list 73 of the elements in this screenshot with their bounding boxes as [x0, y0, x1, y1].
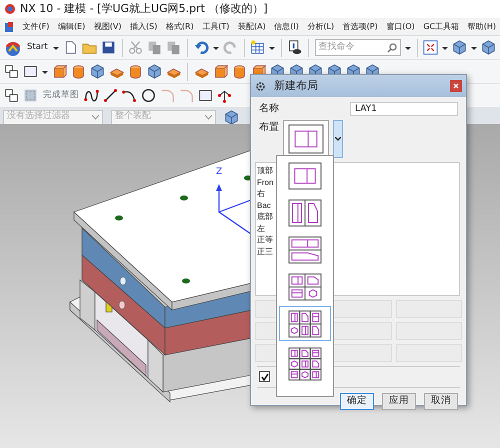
- dialog-button[interactable]: 确定: [340, 393, 374, 410]
- info-icon[interactable]: [287, 40, 302, 55]
- menu-item[interactable]: 窗口(O): [386, 20, 415, 32]
- menu-item[interactable]: 文件(F): [22, 20, 50, 32]
- layout-option[interactable]: [279, 306, 331, 341]
- cylinder-icon[interactable]: [71, 64, 86, 79]
- list-item[interactable]: 正等: [257, 234, 458, 246]
- list-item[interactable]: Fron: [257, 176, 458, 188]
- chevron-down-icon: [335, 137, 341, 141]
- menu-item[interactable]: 插入(S): [130, 20, 158, 32]
- list-item[interactable]: 顶部: [257, 165, 458, 176]
- menu-item[interactable]: 信息(I): [274, 20, 299, 32]
- menu-item[interactable]: 视图(V): [94, 20, 122, 32]
- sketch-icon[interactable]: [4, 88, 19, 103]
- curve-icon[interactable]: [84, 88, 99, 103]
- cylinder-icon[interactable]: [128, 64, 143, 79]
- finish-sketch-button[interactable]: 完成草图: [42, 89, 80, 102]
- cylinder-icon[interactable]: [232, 64, 247, 79]
- fit-view-icon[interactable]: [423, 40, 438, 55]
- layout-grid-drawing: [288, 310, 322, 338]
- layout-grid-drawing: [288, 346, 322, 380]
- menu-item[interactable]: 格式(R): [166, 20, 194, 32]
- name-field[interactable]: LAY1: [350, 102, 458, 116]
- search-icon: [386, 42, 397, 52]
- menu-item[interactable]: 首选项(P): [342, 20, 378, 32]
- grid-icon[interactable]: [250, 40, 265, 55]
- list-item[interactable]: 右: [257, 188, 458, 200]
- menu-item[interactable]: 工具(T): [202, 20, 230, 32]
- dialog-title: 新建布局: [274, 78, 319, 94]
- copy-icon[interactable]: [147, 40, 162, 55]
- sketch-icon[interactable]: [4, 64, 19, 79]
- list-item[interactable]: 正三: [257, 246, 458, 257]
- cube-icon[interactable]: [147, 64, 162, 79]
- cube-icon[interactable]: [481, 40, 496, 55]
- rectangle-icon[interactable]: [23, 64, 38, 79]
- field-label: 名称: [259, 102, 279, 116]
- settings-icon[interactable]: [255, 80, 266, 92]
- point-set-icon[interactable]: [217, 88, 232, 103]
- block-icon[interactable]: [52, 64, 67, 79]
- menu-item[interactable]: 装配(A): [238, 20, 266, 32]
- dialog-button[interactable]: 取消: [424, 393, 458, 410]
- save-icon[interactable]: [100, 40, 116, 55]
- layout-preview-field[interactable]: [283, 120, 329, 158]
- paste-icon[interactable]: [166, 40, 182, 55]
- filter-settings-icon[interactable]: [224, 110, 239, 124]
- rectangle-icon[interactable]: [198, 88, 213, 103]
- axis-label: Z: [216, 167, 222, 177]
- checkmark-icon: [260, 372, 268, 380]
- arc-icon[interactable]: [122, 88, 137, 103]
- cube-icon[interactable]: [452, 40, 468, 55]
- menu-item[interactable]: 帮助(H): [468, 20, 496, 32]
- start-menu[interactable]: Start: [26, 41, 49, 54]
- list-item[interactable]: 左: [257, 222, 458, 234]
- menu-item[interactable]: 编辑(E): [58, 20, 86, 32]
- dialog-button[interactable]: 应用: [382, 393, 416, 410]
- circle-icon[interactable]: [141, 88, 156, 103]
- cube-icon[interactable]: [90, 64, 105, 79]
- line-icon[interactable]: [103, 88, 118, 103]
- menu-item[interactable]: 分析(L): [307, 20, 334, 32]
- field-label: 布置: [259, 120, 279, 135]
- chevron-down-icon: [92, 114, 99, 120]
- close-icon[interactable]: [450, 80, 462, 92]
- checkbox[interactable]: [259, 371, 270, 382]
- chevron-down-icon: [205, 114, 212, 120]
- app-logo-icon: [4, 3, 16, 15]
- dropdown-button[interactable]: [333, 120, 343, 158]
- menu-logo-icon[interactable]: [4, 20, 14, 32]
- window-title: NX 10 - 建模 - [学UG就上UG网5.prt （修改的）]: [20, 0, 268, 17]
- menu-item[interactable]: GC工具箱: [423, 20, 460, 32]
- list-item[interactable]: 底部: [257, 211, 458, 222]
- block-icon[interactable]: [213, 64, 228, 79]
- undo-icon[interactable]: [194, 40, 209, 55]
- list-item[interactable]: Bac: [257, 200, 458, 211]
